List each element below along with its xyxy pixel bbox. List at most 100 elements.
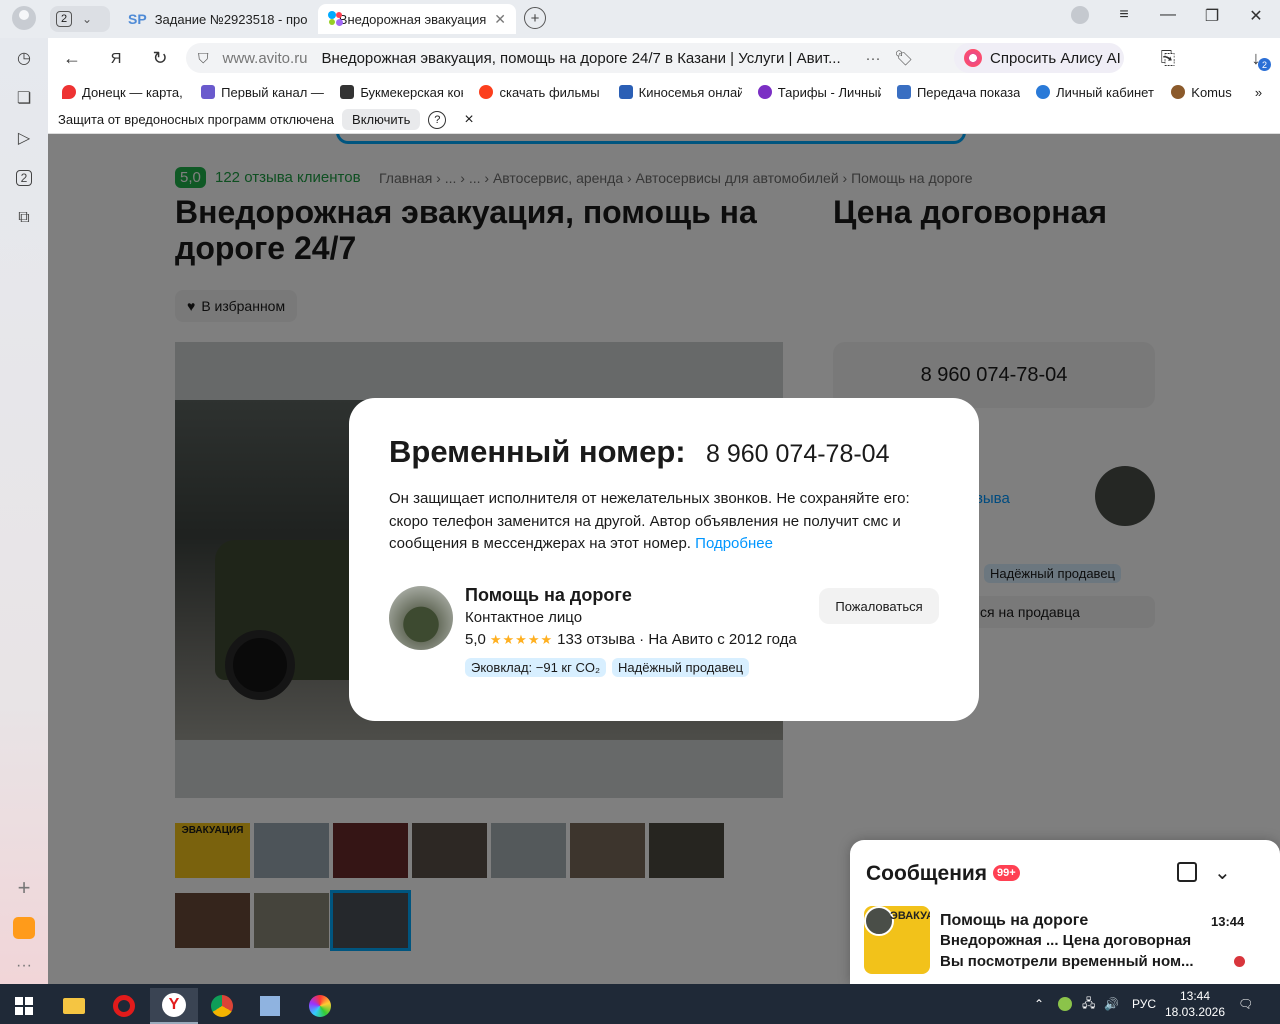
language-indicator[interactable]: РУС <box>1132 984 1156 1024</box>
bookmark-item[interactable]: Личный кабинет <box>1036 85 1155 100</box>
new-tab-button[interactable]: + <box>524 7 546 29</box>
chat-preview: Вы посмотрели временный ном... <box>940 953 1194 970</box>
collapse-chevron-icon[interactable]: ⌄ <box>1214 860 1231 885</box>
network-icon[interactable]: 🖧 <box>1082 984 1095 1024</box>
chrome-icon[interactable] <box>198 988 246 1024</box>
sp-favicon-icon: SP <box>128 11 147 27</box>
dialog-text: Он защищает исполнителя от нежелательных… <box>389 490 910 552</box>
notifications-icon[interactable]: 🗨 <box>1238 984 1253 1024</box>
reload-icon[interactable]: ↻ <box>148 46 172 70</box>
paint-icon[interactable] <box>246 988 294 1024</box>
opera-icon[interactable] <box>100 988 148 1024</box>
screenshot-icon[interactable]: ⧉ <box>12 206 36 230</box>
bookmark-item[interactable]: Первый канал — с <box>201 85 324 100</box>
infobar-close-icon[interactable]: × <box>464 111 473 129</box>
bookmark-icon[interactable]: 🏷 <box>895 49 914 67</box>
play-icon[interactable]: ▷ <box>12 126 36 150</box>
taskbar: Y ⌃ 🖧 🔊 РУС 13:44 18.03.2026 🗨 <box>0 984 1280 1024</box>
report-button[interactable]: Пожаловаться <box>819 588 939 624</box>
mail-icon[interactable] <box>12 916 36 940</box>
drop-icon <box>1036 85 1051 99</box>
downloads-badge: 2 <box>1258 58 1271 71</box>
komus-icon <box>1171 85 1186 99</box>
more-dots-icon[interactable]: ··· <box>866 50 881 67</box>
bookmark-item[interactable]: Букмекерская кон <box>340 85 463 100</box>
more-link[interactable]: Подробнее <box>695 535 773 552</box>
avito-favicon-icon <box>328 11 343 27</box>
page-content: 5,0 122 отзыва клиентов Главная › ... › … <box>48 134 1280 984</box>
menu-icon[interactable]: ≡ <box>1112 6 1136 24</box>
chat-name[interactable]: Помощь на дороге <box>940 912 1088 930</box>
star-rating-icon: ★★★★★ <box>489 631 554 647</box>
trusted-seller-badge: Надёжный продавец <box>612 658 750 677</box>
address-bar[interactable]: ⛉ www.avito.ru Внедорожная эвакуация, по… <box>186 43 996 73</box>
bookmark-item[interactable]: скачать фильмы 2 <box>479 85 603 100</box>
monitor-icon <box>618 85 633 99</box>
chat-time: 13:44 <box>1211 914 1245 929</box>
downloads-icon[interactable]: ↓ 2 <box>1244 46 1271 71</box>
messenger-title: Сообщения <box>866 862 988 885</box>
profile-icon[interactable] <box>12 6 36 30</box>
eco-badge: Эковклад: −91 кг CO₂ <box>465 658 607 677</box>
seller-avatar[interactable] <box>389 586 453 650</box>
tariff-icon <box>757 85 772 99</box>
translate-icon[interactable]: ⎘ <box>1156 46 1180 70</box>
alice-button[interactable]: Спросить Алису AI <box>954 43 1124 73</box>
unread-dot-icon <box>1234 956 1245 967</box>
file-explorer-icon[interactable] <box>50 988 98 1024</box>
seller-reviews[interactable]: 133 отзыва · На Авито с 2012 года <box>557 631 797 648</box>
chat-avatar[interactable]: ЭВАКУАЦИЯ <box>864 906 930 974</box>
map-pin-icon <box>62 85 76 99</box>
chat-subject: Внедорожная ... Цена договорная <box>940 932 1192 949</box>
chat-avatar-label: ЭВАКУАЦИЯ <box>890 910 930 922</box>
restore-icon[interactable]: ❐ <box>1200 6 1224 26</box>
tab-bar: 2 ⌄ SP Задание №2923518 - про Внедорожна… <box>0 0 1280 38</box>
infobar-text: Защита от вредоносных программ отключена <box>58 112 335 127</box>
tab-group-button[interactable]: 2 ⌄ <box>50 6 110 32</box>
bookmark-item[interactable]: Донецк — карта, с <box>62 85 185 100</box>
add-icon[interactable]: + <box>12 875 36 900</box>
back-icon[interactable]: ← <box>60 46 84 70</box>
clock[interactable]: 13:44 18.03.2026 <box>1160 988 1230 1020</box>
chevron-down-icon: ⌄ <box>82 12 93 26</box>
tabs-count-icon[interactable]: 2 <box>12 166 36 190</box>
bookmark-item[interactable]: Komus <box>1171 85 1239 100</box>
open-external-icon[interactable] <box>1177 862 1197 882</box>
seller-name[interactable]: Помощь на дороге <box>465 585 632 606</box>
windows-start-icon[interactable] <box>0 988 48 1024</box>
yandex-browser-icon[interactable]: Y <box>150 988 198 1024</box>
yandex-icon[interactable]: Я <box>104 46 128 70</box>
tray-chevron-icon[interactable]: ⌃ <box>1034 984 1044 1024</box>
tray-app-icon[interactable] <box>1058 984 1072 1024</box>
temporary-phone[interactable]: 8 960 074-78-04 <box>706 440 889 469</box>
close-window-icon[interactable]: ✕ <box>1244 6 1268 26</box>
tab-label: Внедорожная эвакуация <box>338 11 487 27</box>
address-toolbar: ← Я ↻ ⛉ www.avito.ru Внедорожная эвакуац… <box>48 38 1280 78</box>
account-icon[interactable] <box>1068 6 1092 24</box>
more-icon[interactable]: ··· <box>12 954 36 978</box>
tv-icon <box>201 85 216 99</box>
collections-icon[interactable]: ❏ <box>12 86 36 110</box>
close-tab-icon[interactable]: ✕ <box>494 11 506 28</box>
bookmark-item[interactable]: Тарифы - Личный <box>757 85 881 100</box>
temporary-number-dialog: Временный номер: 8 960 074-78-04 Он защи… <box>349 398 979 721</box>
bookmarks-bar: Донецк — карта, с Первый канал — с Букме… <box>48 78 1280 106</box>
colorful-app-icon[interactable] <box>296 988 344 1024</box>
bookmark-item[interactable]: Киносемья онлай <box>618 85 742 100</box>
shield-icon[interactable]: ⛉ <box>198 50 209 67</box>
tab-avito[interactable]: Внедорожная эвакуация ✕ <box>318 4 516 34</box>
enable-button[interactable]: Включить <box>342 109 421 130</box>
volume-icon[interactable]: 🔊 <box>1104 984 1119 1024</box>
minimize-icon[interactable]: — <box>1156 6 1180 24</box>
dialog-title: Временный номер: <box>389 434 686 469</box>
clock-date: 18.03.2026 <box>1164 1005 1226 1019</box>
sidebar: ◷ ❏ ▷ 2 ⧉ + ··· <box>0 38 48 984</box>
help-icon[interactable]: ? <box>428 110 447 129</box>
bookmark-item[interactable]: Передача показа <box>896 85 1020 100</box>
close-dialog-icon[interactable]: × <box>684 392 700 420</box>
alice-label: Спросить Алису AI <box>990 49 1121 67</box>
tab-zadanie[interactable]: SP Задание №2923518 - про <box>118 4 314 34</box>
history-icon[interactable]: ◷ <box>12 46 36 70</box>
bookmarks-more-icon[interactable]: » <box>1255 85 1262 100</box>
meter-icon <box>896 85 911 99</box>
